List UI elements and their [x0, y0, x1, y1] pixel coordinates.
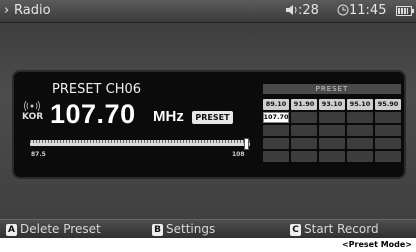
preset-slot[interactable] [375, 138, 401, 149]
speaker-icon [286, 5, 297, 15]
preset-grid: 89.10 91.90 93.10 95.10 95.90 107.70 [263, 99, 401, 162]
battery-icon [396, 6, 414, 16]
preset-slot[interactable] [291, 151, 317, 162]
settings-label: Settings [166, 222, 216, 236]
mode-caption: <Preset Mode> [341, 240, 412, 249]
preset-slot[interactable] [291, 138, 317, 149]
delete-preset-button[interactable]: A Delete Preset [6, 222, 101, 236]
delete-preset-label: Delete Preset [20, 222, 101, 236]
preset-slot[interactable]: 91.90 [291, 99, 317, 110]
preset-slot[interactable]: 89.10 [263, 99, 289, 110]
tuning-handle[interactable] [243, 138, 249, 150]
preset-slot[interactable] [347, 125, 373, 136]
preset-slot[interactable] [319, 151, 345, 162]
preset-slot[interactable] [263, 138, 289, 149]
preset-slot[interactable] [347, 112, 373, 123]
app-title: › Radio [4, 3, 51, 18]
preset-slot[interactable]: 93.10 [319, 99, 345, 110]
start-record-button[interactable]: C Start Record [290, 222, 379, 236]
settings-button[interactable]: B Settings [152, 222, 215, 236]
scale-max-label: 108 [232, 151, 245, 158]
volume-indicator: :28 [285, 3, 319, 18]
volume-value: 28 [302, 3, 319, 18]
key-b-badge: B [152, 224, 163, 236]
preset-slot[interactable] [319, 112, 345, 123]
clock-time: 11:45 [349, 3, 387, 18]
preset-slot[interactable]: 95.10 [347, 99, 373, 110]
preset-slot[interactable] [375, 112, 401, 123]
preset-slot[interactable] [347, 138, 373, 149]
start-record-label: Start Record [304, 222, 379, 236]
status-bar: › Radio :28 11:45 [0, 0, 416, 23]
clock-icon [337, 4, 349, 16]
antenna-icon [24, 101, 40, 111]
radio-screen: › Radio :28 11:45 PRESET CH06 KOR 107.70 … [0, 0, 416, 238]
preset-slot[interactable]: 107.70 [263, 112, 289, 123]
clock: 11:45 [337, 3, 386, 18]
frequency-unit: MHz [153, 108, 184, 125]
preset-slot[interactable]: 95.90 [375, 99, 401, 110]
region-label: KOR [22, 112, 44, 122]
key-a-badge: A [6, 224, 17, 236]
key-c-badge: C [290, 224, 301, 236]
chevron-right-icon: › [4, 3, 10, 18]
softkey-bar: A Delete Preset B Settings C Start Record [0, 219, 416, 238]
preset-slot[interactable] [291, 112, 317, 123]
preset-slot[interactable] [375, 125, 401, 136]
scale-min-label: 87.5 [31, 151, 46, 158]
tuning-slider[interactable] [30, 138, 250, 150]
preset-slot[interactable] [319, 138, 345, 149]
tuning-ticks [30, 140, 250, 143]
preset-badge: PRESET [192, 111, 233, 124]
app-title-label: Radio [14, 3, 51, 18]
preset-slot[interactable] [291, 125, 317, 136]
preset-list-header: PRESET [263, 84, 401, 94]
preset-slot[interactable] [263, 151, 289, 162]
preset-slot[interactable] [319, 125, 345, 136]
preset-slot[interactable] [347, 151, 373, 162]
frequency-value: 107.70 [50, 99, 136, 129]
preset-channel-label: PRESET CH06 [52, 82, 142, 97]
preset-slot[interactable] [375, 151, 401, 162]
preset-slot[interactable] [263, 125, 289, 136]
